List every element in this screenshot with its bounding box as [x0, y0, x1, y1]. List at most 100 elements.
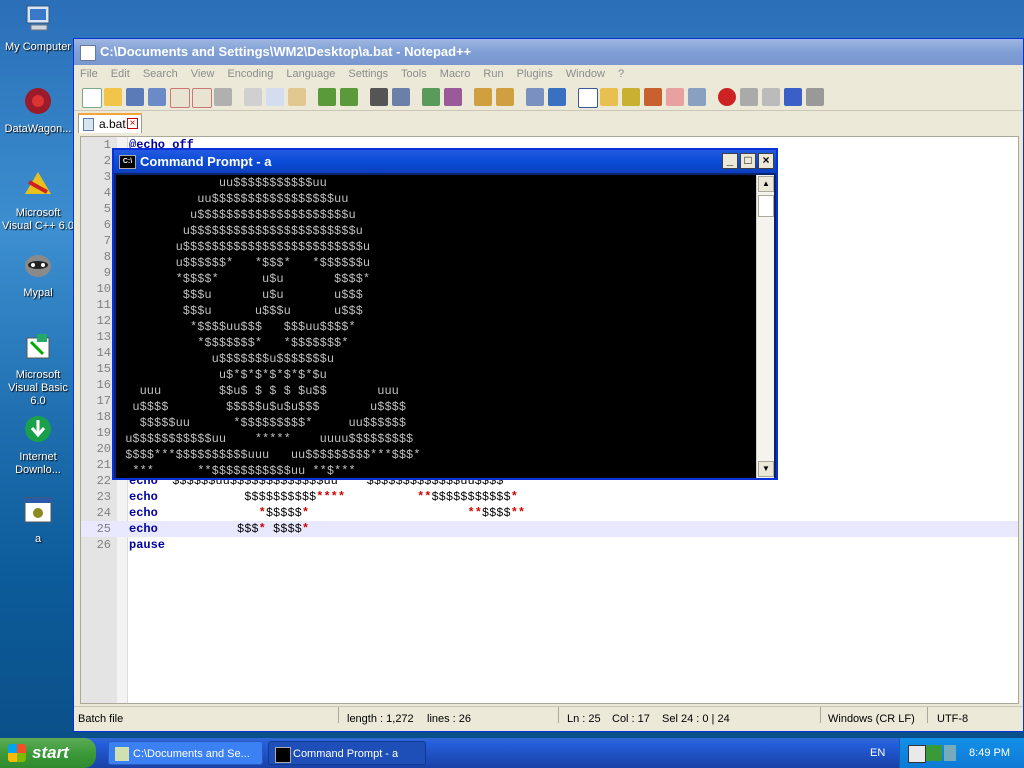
console-output[interactable]: uu$$$$$$$$$$$uu uu$$$$$$$$$$$$$$$$$uu u$…: [116, 175, 756, 478]
desktop-icon-label: DataWagon...: [4, 123, 72, 135]
zoom-out-icon[interactable]: [444, 88, 462, 106]
redo-icon[interactable]: [340, 88, 358, 106]
monitoring-icon[interactable]: [688, 88, 706, 106]
menu-edit[interactable]: Edit: [111, 68, 130, 80]
line-code: pause: [129, 537, 165, 553]
desktop-icon-datawagon[interactable]: DataWagon...: [0, 84, 76, 136]
command-prompt-window: C:\ Command Prompt - a _ □ × uu$$$$$$$$$…: [112, 148, 778, 480]
close-file-icon[interactable]: [170, 88, 190, 108]
minimize-button[interactable]: _: [722, 153, 738, 169]
visual-basic-icon: [26, 334, 50, 359]
menu-language[interactable]: Language: [286, 68, 335, 80]
clock[interactable]: 8:49 PM: [969, 738, 1010, 768]
menu-settings[interactable]: Settings: [348, 68, 388, 80]
menu-plugins[interactable]: Plugins: [517, 68, 553, 80]
menu-search[interactable]: Search: [143, 68, 178, 80]
maximize-button[interactable]: □: [740, 153, 756, 169]
scroll-down-icon[interactable]: ▼: [758, 461, 774, 477]
menu-macro[interactable]: Macro: [440, 68, 471, 80]
menu-window[interactable]: Window: [566, 68, 605, 80]
line-number: 26: [96, 538, 111, 552]
line-number: 7: [103, 234, 111, 248]
desktop-icon-mypal[interactable]: Mypal: [0, 248, 76, 300]
command-prompt-titlebar[interactable]: C:\ Command Prompt - a _ □ ×: [114, 150, 776, 173]
sync-horizontal-icon[interactable]: [496, 88, 514, 106]
desktop-icon-label: Microsoft Visual Basic 6.0: [8, 369, 68, 407]
sync-scroll-icon[interactable]: [474, 88, 492, 106]
code-token: *: [258, 506, 266, 520]
batch-file-icon: [24, 497, 52, 523]
taskbar-item-notepadpp[interactable]: C:\Documents and Se...: [108, 741, 263, 765]
show-all-chars-icon[interactable]: [548, 88, 566, 106]
paste-icon[interactable]: [288, 88, 306, 106]
undo-icon[interactable]: [318, 88, 336, 106]
copy-icon[interactable]: [266, 88, 284, 106]
code-token: pause: [129, 538, 166, 552]
indent-guide-icon[interactable]: [578, 88, 598, 108]
close-all-icon[interactable]: [192, 88, 212, 108]
status-eol: Windows (CR LF): [828, 713, 915, 725]
save-all-icon[interactable]: [148, 88, 166, 106]
console-scrollbar[interactable]: ▲ ▼: [756, 175, 774, 478]
menu-run[interactable]: Run: [483, 68, 503, 80]
play-macro-icon[interactable]: [762, 88, 780, 106]
document-map-icon[interactable]: [644, 88, 662, 106]
replace-icon[interactable]: [392, 88, 410, 106]
find-icon[interactable]: [370, 88, 388, 106]
language-indicator[interactable]: EN: [870, 738, 885, 768]
line-number: 14: [96, 346, 111, 360]
tab-a-bat[interactable]: a.bat ×: [78, 113, 142, 133]
desktop-icon-a-bat[interactable]: a: [0, 494, 76, 546]
menu-tools[interactable]: Tools: [401, 68, 427, 80]
desktop-icon-my-computer[interactable]: My Computer: [0, 2, 76, 54]
zoom-in-icon[interactable]: [422, 88, 440, 106]
print-icon[interactable]: [214, 88, 232, 106]
open-file-icon[interactable]: [104, 88, 122, 106]
code-token: **: [467, 506, 482, 520]
save-macro-icon[interactable]: [806, 88, 824, 106]
status-sel: Sel 24 : 0 | 24: [662, 713, 730, 725]
notepadpp-titlebar[interactable]: C:\Documents and Settings\WM2\Desktop\a.…: [74, 39, 1023, 65]
tray-network-icon[interactable]: [926, 745, 942, 761]
word-wrap-icon[interactable]: [526, 88, 544, 106]
code-token: echo: [129, 522, 158, 536]
scroll-up-icon[interactable]: ▲: [758, 176, 774, 192]
line-code: echo *$$$$$* **$$$$**: [129, 505, 525, 521]
folder-icon[interactable]: [600, 88, 618, 106]
status-col: Col : 17: [612, 713, 650, 725]
save-icon[interactable]: [126, 88, 144, 106]
menu-view[interactable]: View: [191, 68, 215, 80]
code-token: ****: [316, 490, 346, 504]
run-macro-multiple-icon[interactable]: [784, 88, 802, 106]
visual-cpp-icon: [25, 172, 51, 194]
close-button[interactable]: ×: [758, 153, 774, 169]
menu-encoding[interactable]: Encoding: [227, 68, 273, 80]
function-list-icon[interactable]: [622, 88, 640, 106]
taskbar-item-command-prompt[interactable]: Command Prompt - a: [268, 741, 426, 765]
folder-workspace-icon[interactable]: [666, 88, 684, 106]
line-number: 6: [103, 218, 111, 232]
close-tab-icon[interactable]: ×: [127, 118, 138, 129]
scroll-thumb[interactable]: [758, 195, 774, 217]
system-tray: 8:49 PM: [899, 738, 1024, 768]
console-text: uu$$$$$$$$$$$uu uu$$$$$$$$$$$$$$$$$uu u$…: [125, 176, 421, 478]
tab-strip: a.bat ×: [74, 111, 1023, 133]
task-label: C:\Documents and Se...: [133, 748, 250, 760]
menu-help[interactable]: ?: [618, 68, 624, 80]
desktop-icon-visual-basic[interactable]: Microsoft Visual Basic 6.0: [0, 330, 76, 408]
my-computer-icon: [26, 5, 50, 31]
code-token: $$$$: [481, 506, 511, 520]
desktop-icon-visual-cpp[interactable]: Microsoft Visual C++ 6.0: [0, 168, 76, 233]
status-separator: [927, 707, 928, 723]
download-icon: [25, 416, 51, 442]
tray-hfs-icon[interactable]: [908, 745, 926, 763]
start-button[interactable]: start: [0, 738, 96, 768]
status-ln: Ln : 25: [567, 713, 601, 725]
cut-icon[interactable]: [244, 88, 262, 106]
record-macro-icon[interactable]: [718, 88, 736, 106]
desktop-icon-internet-download[interactable]: Internet Downlo...: [0, 412, 76, 477]
stop-macro-icon[interactable]: [740, 88, 758, 106]
tray-pen-icon[interactable]: [944, 745, 956, 761]
new-file-icon[interactable]: [82, 88, 102, 108]
menu-file[interactable]: File: [80, 68, 98, 80]
